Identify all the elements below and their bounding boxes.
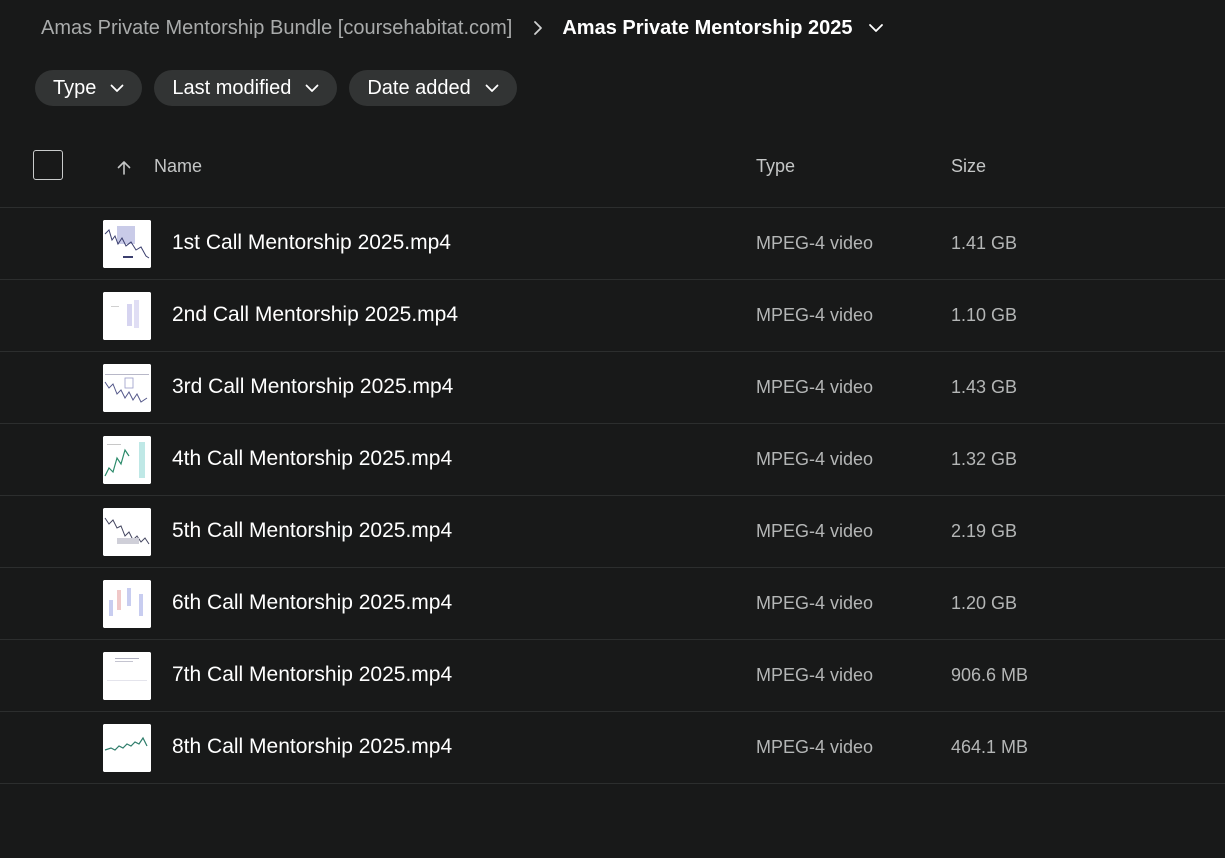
file-size: 1.41 GB <box>951 233 1018 253</box>
video-thumbnail <box>103 580 151 628</box>
file-row[interactable]: 5th Call Mentorship 2025.mp4 MPEG-4 vide… <box>0 496 1225 568</box>
chevron-down-icon[interactable] <box>868 20 884 36</box>
file-browser: Amas Private Mentorship Bundle [courseha… <box>0 0 1225 858</box>
file-size: 1.10 GB <box>951 305 1018 325</box>
video-thumbnail <box>103 220 151 268</box>
file-size: 1.20 GB <box>951 593 1018 613</box>
breadcrumb: Amas Private Mentorship Bundle [courseha… <box>41 12 884 44</box>
arrow-up-icon[interactable] <box>114 158 134 178</box>
file-type: MPEG-4 video <box>756 737 874 757</box>
video-thumbnail <box>103 724 151 772</box>
file-type: MPEG-4 video <box>756 593 874 613</box>
column-header-name[interactable]: Name <box>154 156 202 177</box>
video-thumbnail <box>103 436 151 484</box>
filter-last-modified-chip[interactable]: Last modified <box>154 70 338 106</box>
chevron-down-icon <box>110 81 124 95</box>
file-name: 6th Call Mentorship 2025.mp4 <box>172 591 453 614</box>
file-size: 464.1 MB <box>951 737 1029 757</box>
chevron-down-icon <box>485 81 499 95</box>
file-size: 1.32 GB <box>951 449 1018 469</box>
table-header: Name Type Size <box>0 132 1225 208</box>
file-row[interactable]: 1st Call Mentorship 2025.mp4 MPEG-4 vide… <box>0 208 1225 280</box>
file-name: 8th Call Mentorship 2025.mp4 <box>172 735 453 758</box>
chevron-right-icon <box>532 20 544 36</box>
file-size: 2.19 GB <box>951 521 1018 541</box>
file-type: MPEG-4 video <box>756 305 874 325</box>
file-type: MPEG-4 video <box>756 665 874 685</box>
chevron-down-icon <box>305 81 319 95</box>
column-header-type[interactable]: Type <box>756 156 795 177</box>
filter-chip-label: Type <box>53 76 97 99</box>
filter-date-added-chip[interactable]: Date added <box>349 70 517 106</box>
filter-chip-label: Date added <box>367 76 471 99</box>
file-type: MPEG-4 video <box>756 449 874 469</box>
breadcrumb-parent-folder[interactable]: Amas Private Mentorship Bundle [courseha… <box>41 17 512 40</box>
file-name: 5th Call Mentorship 2025.mp4 <box>172 519 453 542</box>
file-size: 906.6 MB <box>951 665 1029 685</box>
select-all-checkbox[interactable] <box>33 150 63 180</box>
column-header-size[interactable]: Size <box>951 156 986 177</box>
file-row[interactable]: 7th Call Mentorship 2025.mp4 MPEG-4 vide… <box>0 640 1225 712</box>
file-size: 1.43 GB <box>951 377 1018 397</box>
file-row[interactable]: 2nd Call Mentorship 2025.mp4 MPEG-4 vide… <box>0 280 1225 352</box>
file-name: 4th Call Mentorship 2025.mp4 <box>172 447 453 470</box>
video-thumbnail <box>103 652 151 700</box>
file-type: MPEG-4 video <box>756 377 874 397</box>
video-thumbnail <box>103 364 151 412</box>
file-type: MPEG-4 video <box>756 233 874 253</box>
filter-type-chip[interactable]: Type <box>35 70 143 106</box>
breadcrumb-current-folder[interactable]: Amas Private Mentorship 2025 <box>562 17 852 40</box>
file-name: 1st Call Mentorship 2025.mp4 <box>172 231 451 254</box>
video-thumbnail <box>103 292 151 340</box>
file-row[interactable]: 3rd Call Mentorship 2025.mp4 MPEG-4 vide… <box>0 352 1225 424</box>
file-name: 3rd Call Mentorship 2025.mp4 <box>172 375 454 398</box>
file-row[interactable]: 6th Call Mentorship 2025.mp4 MPEG-4 vide… <box>0 568 1225 640</box>
file-row[interactable]: 4th Call Mentorship 2025.mp4 MPEG-4 vide… <box>0 424 1225 496</box>
filter-bar: Type Last modified Date added <box>35 70 517 106</box>
file-name: 2nd Call Mentorship 2025.mp4 <box>172 303 459 326</box>
filter-chip-label: Last modified <box>172 76 292 99</box>
video-thumbnail <box>103 508 151 556</box>
file-name: 7th Call Mentorship 2025.mp4 <box>172 663 453 686</box>
file-type: MPEG-4 video <box>756 521 874 541</box>
file-row[interactable]: 8th Call Mentorship 2025.mp4 MPEG-4 vide… <box>0 712 1225 784</box>
file-list: 1st Call Mentorship 2025.mp4 MPEG-4 vide… <box>0 208 1225 784</box>
